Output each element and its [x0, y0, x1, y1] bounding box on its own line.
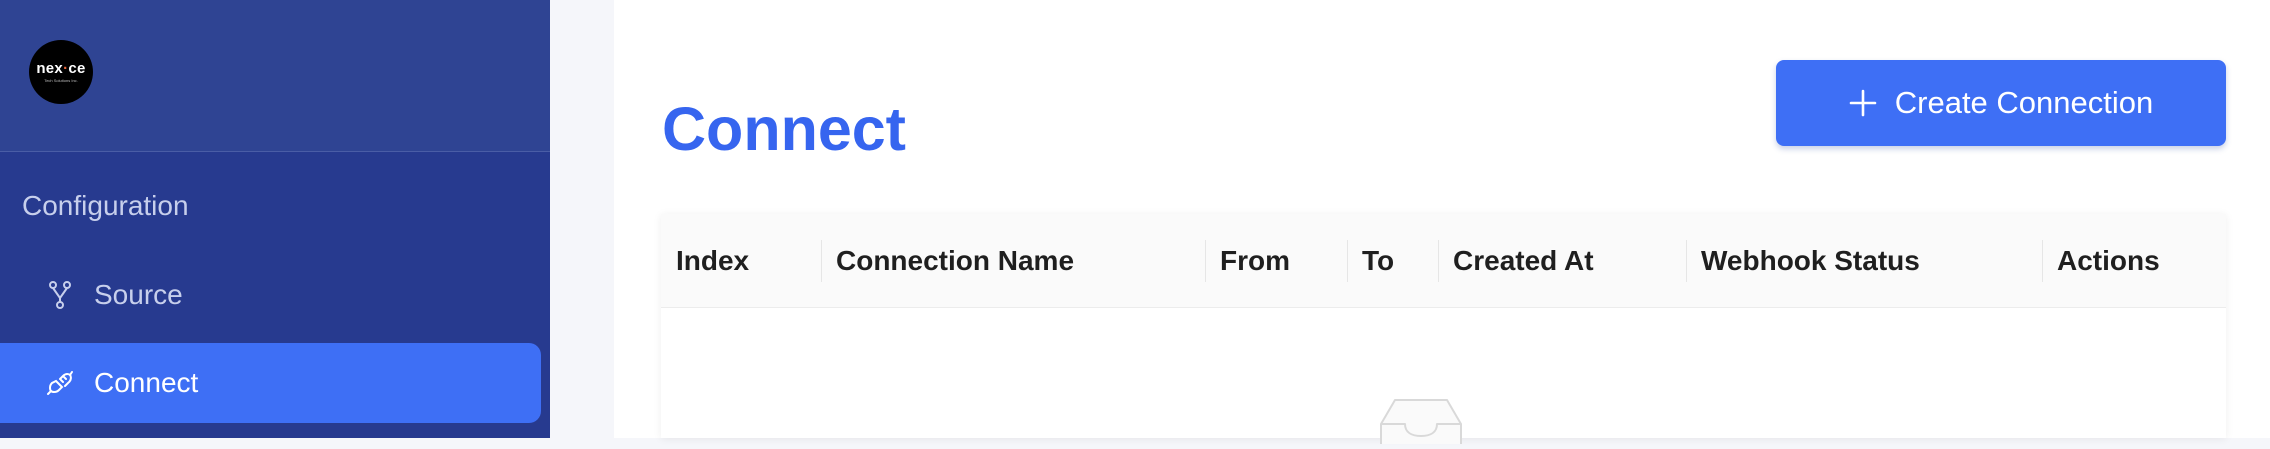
sidebar-section-title: Configuration	[22, 190, 189, 221]
logo-subtext: Tech Solutions Inc.	[44, 78, 78, 83]
column-header-actions[interactable]: Actions	[2042, 214, 2226, 307]
empty-inbox-icon	[1373, 394, 1469, 444]
create-connection-button[interactable]: Create Connection	[1776, 60, 2226, 146]
plug-icon	[45, 368, 75, 398]
column-header-connection-name[interactable]: Connection Name	[821, 214, 1205, 307]
sidebar-item-source[interactable]: Source	[0, 255, 541, 335]
logo-wordmark: nex·ce	[36, 60, 86, 77]
column-header-created-at[interactable]: Created At	[1438, 214, 1686, 307]
column-header-webhook-status[interactable]: Webhook Status	[1686, 214, 2042, 307]
column-header-from[interactable]: From	[1205, 214, 1347, 307]
sidebar-item-connect[interactable]: Connect	[0, 343, 541, 423]
sidebar-item-label: Source	[94, 279, 183, 310]
brand-logo[interactable]: nex·ce Tech Solutions Inc.	[29, 40, 93, 104]
column-header-to[interactable]: To	[1347, 214, 1438, 307]
sidebar-item-label: Connect	[94, 367, 199, 398]
page-title: Connect	[662, 95, 906, 163]
sidebar-header: nex·ce Tech Solutions Inc.	[0, 0, 550, 152]
create-connection-label: Create Connection	[1894, 85, 2154, 120]
main-content: Connect Create Connection Index Connecti…	[614, 0, 2270, 444]
plus-icon	[1849, 89, 1877, 117]
sidebar: nex·ce Tech Solutions Inc. Configuration…	[0, 0, 550, 438]
table-header: Index Connection Name From To Created At…	[661, 214, 2226, 308]
column-header-index[interactable]: Index	[661, 214, 821, 307]
connections-table: Index Connection Name From To Created At…	[661, 214, 2226, 444]
fork-icon	[45, 280, 75, 310]
